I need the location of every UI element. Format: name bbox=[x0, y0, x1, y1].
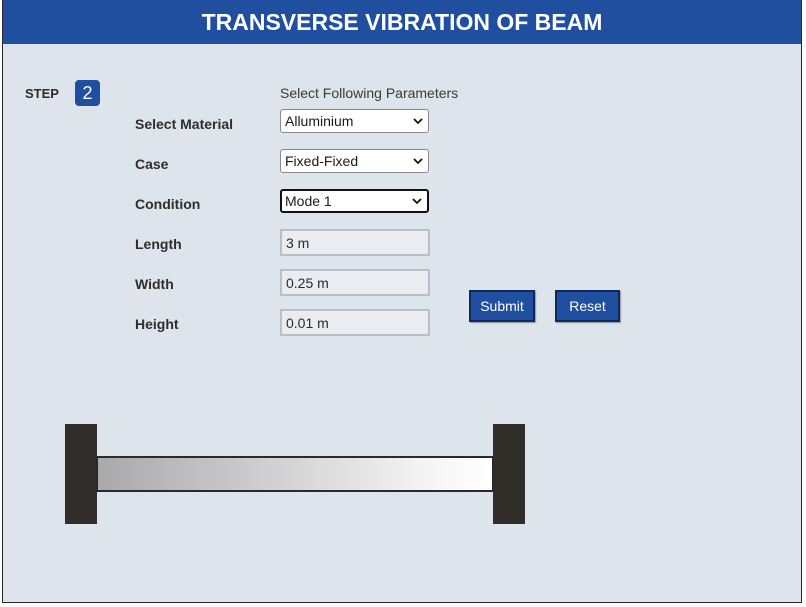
beam bbox=[96, 456, 494, 492]
beam-diagram-svg bbox=[65, 424, 525, 524]
condition-label: Condition bbox=[135, 196, 201, 212]
page-title-text: TRANSVERSE VIBRATION OF BEAM bbox=[201, 8, 603, 35]
length-label: Length bbox=[135, 236, 182, 252]
case-select-value: Fixed-Fixed bbox=[285, 153, 359, 169]
step-number: 2 bbox=[82, 82, 93, 103]
reset-button-label: Reset bbox=[569, 298, 606, 314]
reset-button[interactable]: Reset bbox=[555, 290, 620, 322]
condition-select[interactable]: Mode 1 bbox=[280, 189, 429, 213]
left-support bbox=[65, 424, 97, 524]
height-field: 0.01 m bbox=[280, 309, 430, 336]
height-value: 0.01 m bbox=[286, 314, 329, 331]
material-select[interactable]: Alluminium bbox=[280, 109, 429, 133]
case-label: Case bbox=[135, 156, 169, 172]
instructions-text: Select Following Parameters bbox=[280, 85, 459, 101]
width-value: 0.25 m bbox=[286, 274, 329, 291]
beam-diagram bbox=[65, 424, 525, 524]
submit-button-label: Submit bbox=[480, 298, 524, 314]
chevron-down-icon bbox=[413, 118, 423, 125]
case-select[interactable]: Fixed-Fixed bbox=[280, 149, 429, 173]
right-support bbox=[493, 424, 525, 524]
condition-select-value: Mode 1 bbox=[285, 193, 332, 209]
step-number-badge: 2 bbox=[75, 80, 100, 106]
app-frame: TRANSVERSE VIBRATION OF BEAM STEP 2 Sele… bbox=[2, 0, 802, 603]
length-value: 3 m bbox=[286, 234, 310, 251]
material-label: Select Material bbox=[135, 116, 234, 132]
chevron-down-icon bbox=[412, 198, 422, 205]
width-label: Width bbox=[135, 276, 174, 292]
chevron-down-icon bbox=[413, 158, 423, 165]
material-select-value: Alluminium bbox=[285, 113, 354, 129]
height-label: Height bbox=[135, 316, 179, 332]
submit-button[interactable]: Submit bbox=[469, 290, 535, 322]
width-field: 0.25 m bbox=[280, 269, 430, 296]
length-field: 3 m bbox=[280, 229, 430, 256]
page-title: TRANSVERSE VIBRATION OF BEAM bbox=[3, 0, 801, 44]
step-label: STEP bbox=[25, 86, 59, 101]
